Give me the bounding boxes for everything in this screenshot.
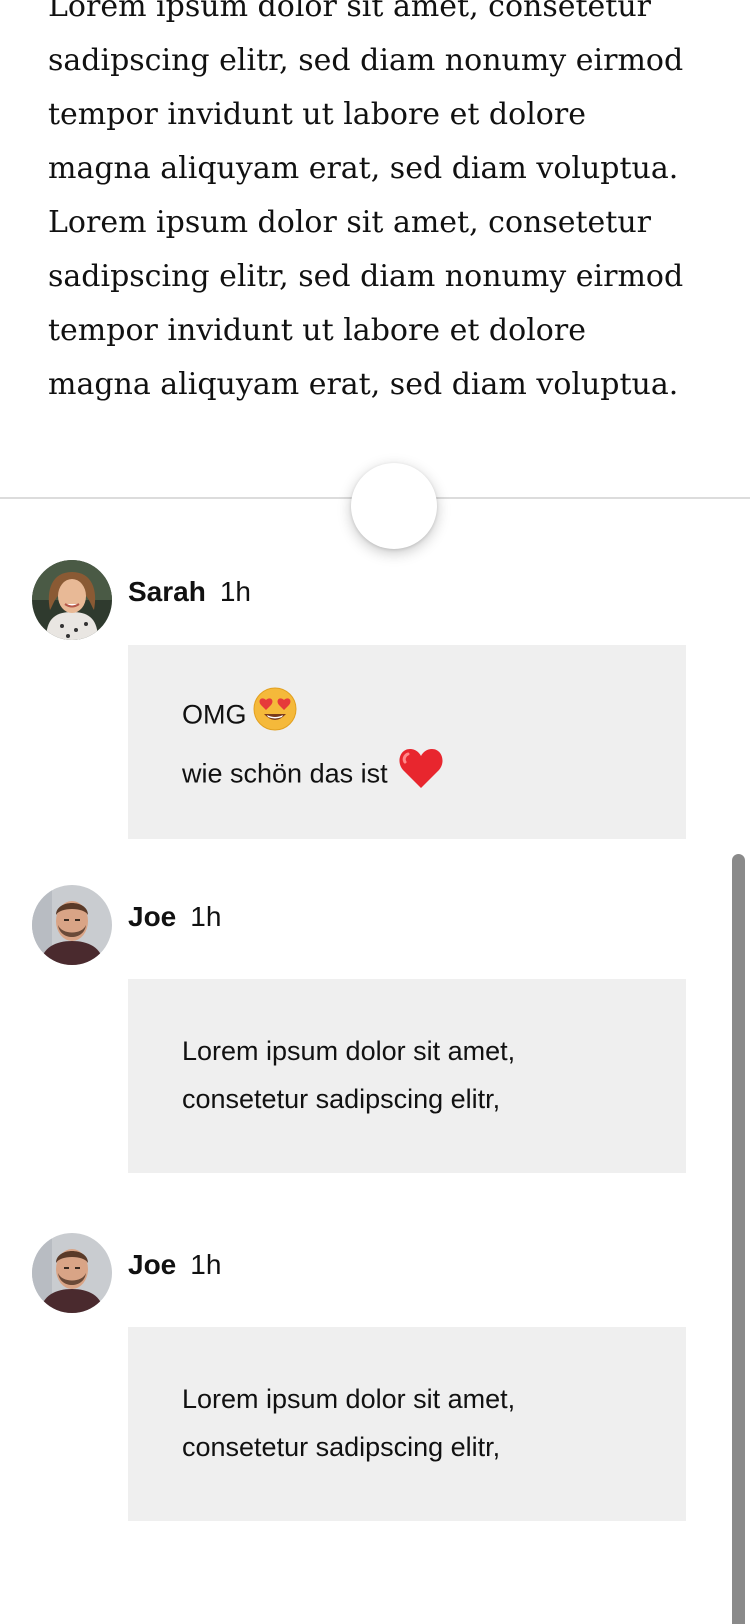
avatar[interactable] bbox=[32, 885, 112, 965]
comment-text: consetetur sadipscing elitr, bbox=[182, 1432, 501, 1462]
red-heart-emoji-icon bbox=[398, 746, 444, 805]
comment-line: wie schön das ist bbox=[182, 746, 686, 805]
comment-text: wie schön das ist bbox=[182, 758, 388, 789]
comment-time: 1h bbox=[190, 901, 222, 932]
article-body: Lorem ipsum dolor sit amet, consetetur s… bbox=[48, 0, 684, 402]
comment-line: OMG bbox=[182, 687, 686, 746]
comment-time: 1h bbox=[219, 576, 251, 607]
comment-text: Lorem ipsum dolor sit amet, bbox=[182, 1036, 516, 1066]
avatar[interactable] bbox=[32, 560, 112, 640]
comment-bubble: OMG wie schön das ist bbox=[128, 645, 686, 839]
avatar-joe-photo bbox=[32, 885, 112, 965]
avatar-joe-photo bbox=[32, 1233, 112, 1313]
comments-toggle-button[interactable] bbox=[351, 463, 437, 549]
avatar[interactable] bbox=[32, 1233, 112, 1313]
comment-meta: Sarah 1h bbox=[128, 576, 251, 608]
comment-meta: Joe 1h bbox=[128, 1249, 221, 1281]
heart-eyes-emoji-icon bbox=[253, 687, 297, 746]
avatar-sarah-photo bbox=[32, 560, 112, 640]
comment-bubble: Lorem ipsum dolor sit amet, consetetur s… bbox=[128, 979, 686, 1173]
comment-text: OMG bbox=[182, 699, 247, 730]
comment-bubble: Lorem ipsum dolor sit amet, consetetur s… bbox=[128, 1327, 686, 1521]
scrollbar-thumb[interactable] bbox=[732, 854, 745, 1624]
comment-author[interactable]: Sarah bbox=[128, 576, 206, 607]
comment-time: 1h bbox=[190, 1249, 222, 1280]
comment-author[interactable]: Joe bbox=[128, 1249, 176, 1280]
comment-author[interactable]: Joe bbox=[128, 901, 176, 932]
comment-text: Lorem ipsum dolor sit amet, bbox=[182, 1384, 516, 1414]
comment-text: consetetur sadipscing elitr, bbox=[182, 1084, 501, 1114]
comment-meta: Joe 1h bbox=[128, 901, 221, 933]
